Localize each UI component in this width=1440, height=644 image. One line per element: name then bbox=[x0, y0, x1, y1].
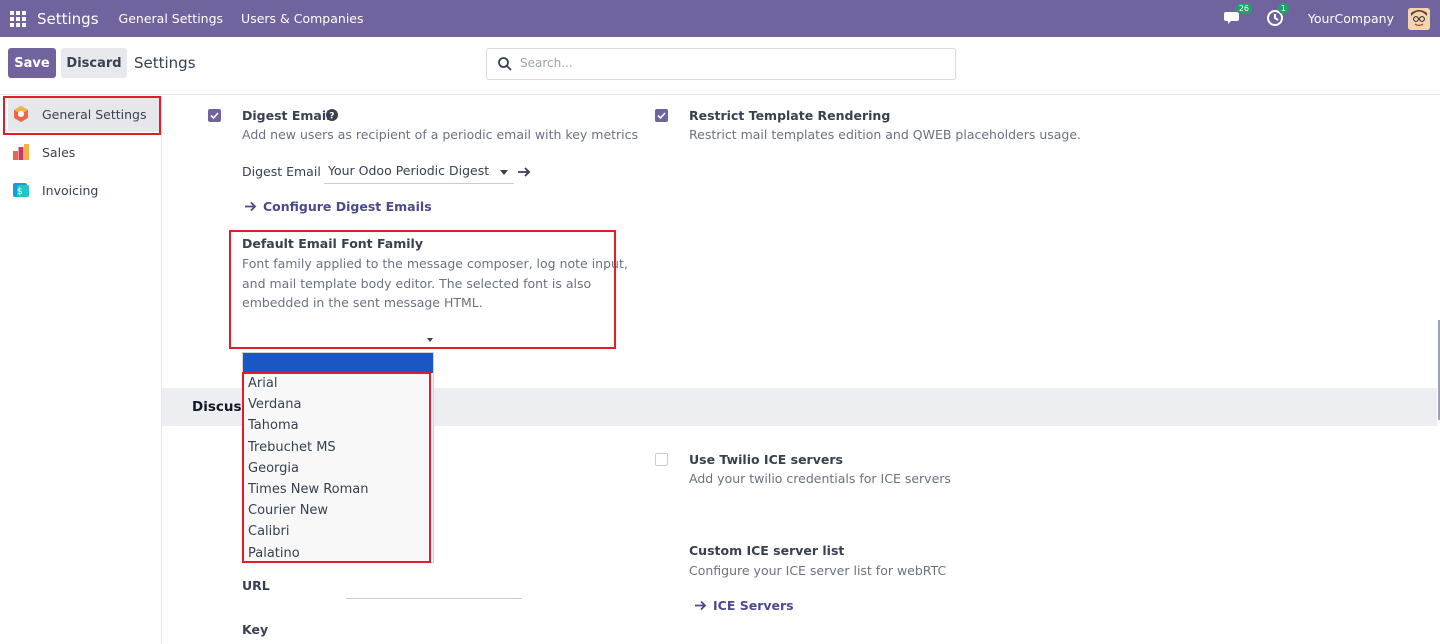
top-navbar: Settings General Settings Users & Compan… bbox=[0, 0, 1440, 37]
activities-badge: 1 bbox=[1277, 2, 1289, 14]
sidebar-item-invoicing[interactable]: $ Invoicing bbox=[8, 172, 160, 208]
digest-email-checkbox[interactable] bbox=[208, 109, 221, 122]
font-option-times-new-roman[interactable]: Times New Roman bbox=[243, 479, 433, 500]
sidebar-item-label: Sales bbox=[42, 144, 76, 160]
svg-text:?: ? bbox=[329, 112, 334, 122]
font-option-palatino[interactable]: Palatino bbox=[243, 543, 433, 564]
font-option-calibri[interactable]: Calibri bbox=[243, 521, 433, 542]
page-title: Settings bbox=[134, 54, 196, 72]
user-avatar[interactable] bbox=[1408, 7, 1430, 30]
search-input[interactable] bbox=[520, 56, 940, 70]
search-icon bbox=[498, 57, 512, 71]
sidebar-item-sales[interactable]: Sales bbox=[8, 134, 160, 170]
ice-server-title: Custom ICE server list bbox=[689, 543, 845, 558]
digest-email-field-label: Digest Email bbox=[242, 164, 321, 179]
font-option-tahoma[interactable]: Tahoma bbox=[243, 415, 433, 436]
search-box[interactable] bbox=[486, 48, 956, 80]
ice-server-description: Configure your ICE server list for webRT… bbox=[689, 563, 947, 578]
svg-text:$: $ bbox=[17, 187, 23, 197]
save-button[interactable]: Save bbox=[8, 48, 56, 78]
menu-users-companies[interactable]: Users & Companies bbox=[241, 11, 363, 26]
twilio-title: Use Twilio ICE servers bbox=[689, 452, 843, 467]
messages-badge: 26 bbox=[1235, 2, 1253, 14]
apps-menu-icon[interactable] bbox=[10, 10, 26, 27]
digest-email-description: Add new users as recipient of a periodic… bbox=[242, 127, 639, 142]
url-label: URL bbox=[242, 578, 270, 593]
configure-digest-emails-label: Configure Digest Emails bbox=[263, 199, 432, 214]
digest-email-select[interactable]: Your Odoo Periodic Digest bbox=[324, 160, 514, 184]
twilio-description: Add your twilio credentials for ICE serv… bbox=[689, 471, 951, 486]
restrict-template-description: Restrict mail templates edition and QWEB… bbox=[689, 127, 1082, 142]
font-family-title: Default Email Font Family bbox=[242, 236, 423, 251]
control-panel: Save Discard Settings bbox=[0, 37, 1440, 95]
company-switcher[interactable]: YourCompany bbox=[1308, 11, 1394, 26]
chevron-down-icon bbox=[427, 338, 433, 342]
app-brand[interactable]: Settings bbox=[37, 10, 99, 28]
font-family-dropdown[interactable]: Arial Verdana Tahoma Trebuchet MS Georgi… bbox=[242, 352, 434, 563]
help-icon[interactable]: ? bbox=[326, 109, 338, 121]
sales-icon bbox=[13, 144, 29, 160]
font-family-description-line2: and mail template body editor. The selec… bbox=[242, 276, 592, 291]
dropdown-empty-option[interactable] bbox=[243, 353, 433, 373]
font-option-georgia[interactable]: Georgia bbox=[243, 458, 433, 479]
configure-digest-emails-link[interactable]: Configure Digest Emails bbox=[245, 199, 432, 214]
font-option-courier-new[interactable]: Courier New bbox=[243, 500, 433, 521]
sidebar-item-general-settings[interactable]: General Settings bbox=[8, 96, 160, 132]
font-family-select[interactable] bbox=[242, 328, 434, 348]
discard-button[interactable]: Discard bbox=[61, 48, 127, 78]
general-settings-icon bbox=[14, 106, 28, 122]
url-input[interactable] bbox=[346, 578, 522, 599]
font-option-arial[interactable]: Arial bbox=[243, 373, 433, 394]
digest-email-select-value: Your Odoo Periodic Digest bbox=[328, 163, 490, 178]
ice-servers-label: ICE Servers bbox=[713, 598, 794, 613]
arrow-right-icon bbox=[695, 600, 707, 611]
font-option-trebuchet-ms[interactable]: Trebuchet MS bbox=[243, 437, 433, 458]
digest-email-title: Digest Email bbox=[242, 108, 331, 123]
key-label: Key bbox=[242, 622, 269, 637]
restrict-template-title: Restrict Template Rendering bbox=[689, 108, 891, 123]
settings-sidebar: General Settings Sales $ Invoicing bbox=[0, 96, 162, 644]
font-family-description-line1: Font family applied to the message compo… bbox=[242, 256, 628, 271]
open-record-arrow-icon[interactable] bbox=[518, 166, 531, 178]
invoicing-icon: $ bbox=[13, 183, 29, 197]
discuss-section-title: Discuss bbox=[192, 399, 250, 415]
font-option-verdana[interactable]: Verdana bbox=[243, 394, 433, 415]
arrow-right-icon bbox=[245, 201, 257, 212]
messages-icon[interactable]: 26 bbox=[1223, 2, 1253, 29]
sidebar-item-label: General Settings bbox=[42, 106, 147, 122]
sidebar-item-label: Invoicing bbox=[42, 182, 99, 198]
twilio-checkbox[interactable] bbox=[655, 453, 668, 466]
activities-icon[interactable]: 1 bbox=[1266, 2, 1289, 29]
chevron-down-icon bbox=[500, 170, 508, 175]
font-family-description-line3: embedded in the sent message HTML. bbox=[242, 295, 483, 310]
menu-general-settings[interactable]: General Settings bbox=[119, 11, 224, 26]
ice-servers-link[interactable]: ICE Servers bbox=[695, 598, 794, 613]
restrict-template-checkbox[interactable] bbox=[655, 109, 668, 122]
